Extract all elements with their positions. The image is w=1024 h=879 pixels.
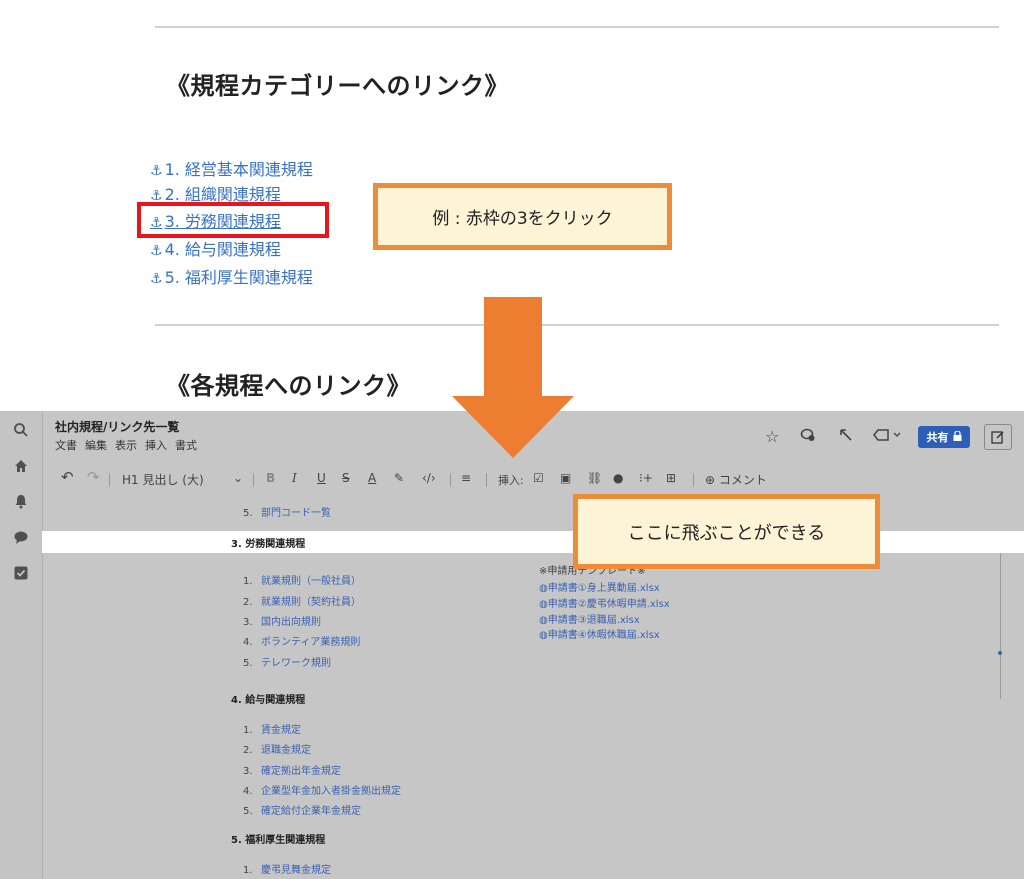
- menu-view[interactable]: 表示: [115, 439, 137, 452]
- down-arrow-shaft: [484, 297, 542, 397]
- left-sidebar: [0, 411, 43, 879]
- template-file-3[interactable]: ◍申請書③退職届.xlsx: [539, 611, 640, 626]
- list-item[interactable]: 3. 確定拠出年金規定: [243, 762, 341, 777]
- toolbar-divider: [109, 473, 110, 487]
- category-link-1[interactable]: ⚓ 1. 経営基本関連規程: [150, 156, 313, 180]
- highlight-box: [137, 202, 329, 238]
- list-item[interactable]: 4. ボランティア業務規則: [243, 633, 360, 648]
- toolbar-divider: [486, 473, 487, 487]
- link-icon[interactable]: ⛓: [587, 471, 602, 485]
- scrollbar[interactable]: [1000, 553, 1001, 699]
- template-file-2[interactable]: ◍申請書②慶弔休暇申請.xlsx: [539, 595, 670, 610]
- attachment-icon: ◍: [539, 630, 548, 641]
- list-item[interactable]: 4. 企業型年金加入者掛金拠出規定: [243, 782, 401, 797]
- menu-insert[interactable]: 挿入: [145, 439, 167, 452]
- category-heading: 《規程カテゴリーへのリンク》: [166, 72, 509, 100]
- collapse-icon[interactable]: [838, 427, 854, 447]
- toolbar-divider: [693, 473, 694, 487]
- task-icon[interactable]: [11, 563, 31, 583]
- divider-middle: [155, 324, 999, 326]
- chevron-down-icon[interactable]: ⌄: [233, 471, 243, 485]
- edit-icon[interactable]: [984, 424, 1012, 450]
- template-file-4[interactable]: ◍申請書④休暇休職届.xlsx: [539, 626, 660, 641]
- list-item[interactable]: 1. 就業規則（一般社員）: [243, 572, 361, 587]
- category-link-4[interactable]: ⚓ 4. 給与関連規程: [150, 236, 281, 260]
- document-title: 社内規程/リンク先一覧: [55, 420, 180, 434]
- list-item[interactable]: 5. 確定給付企業年金規定: [243, 802, 361, 817]
- divider-insert-icon[interactable]: ⁝+: [639, 471, 653, 485]
- list-item[interactable]: 5. 部門コード一覧: [243, 504, 331, 519]
- section-title-salary: 4. 給与関連規程: [231, 695, 306, 706]
- tag-dropdown-icon[interactable]: [872, 427, 902, 447]
- app-screenshot: 社内規程/リンク先一覧 文書 編集 表示 挿入 書式 ☆ 共有 ↶ ↷ H1 見出し (…: [0, 411, 1024, 879]
- down-arrow-head: [452, 396, 574, 458]
- italic-icon[interactable]: I: [292, 471, 297, 485]
- divider-top: [155, 26, 999, 28]
- text-color-icon[interactable]: A: [368, 471, 376, 485]
- lock-icon: [953, 429, 962, 444]
- bold-icon[interactable]: B: [266, 471, 275, 485]
- align-icon[interactable]: ≡: [461, 471, 471, 485]
- click-callout: 例 : 赤枠の3をクリック: [373, 183, 672, 250]
- section-title-labor: 3. 労務関連規程: [231, 539, 306, 550]
- chat-icon[interactable]: [11, 527, 31, 547]
- attachment-icon: ◍: [539, 583, 548, 594]
- list-item[interactable]: 5. テレワーク規則: [243, 654, 331, 669]
- list-item[interactable]: 3. 国内出向規則: [243, 613, 321, 628]
- menu-edit[interactable]: 編集: [85, 439, 107, 452]
- home-icon[interactable]: [11, 456, 31, 476]
- template-file-1[interactable]: ◍申請書①身上異動届.xlsx: [539, 579, 660, 594]
- anchor-icon: ⚓: [150, 163, 163, 179]
- toolbar-divider: [253, 473, 254, 487]
- attachment-icon: ◍: [539, 599, 548, 610]
- emoji-icon[interactable]: ●: [613, 471, 623, 485]
- attachment-icon: ◍: [539, 615, 548, 626]
- category-link-5[interactable]: ⚓ 5. 福利厚生関連規程: [150, 264, 313, 288]
- list-item[interactable]: 1. 慶弔見舞金規定: [243, 861, 331, 876]
- jump-callout: ここに飛ぶことができる: [573, 494, 880, 569]
- add-comment-icon: ⊕: [705, 473, 716, 487]
- search-icon[interactable]: [11, 420, 31, 440]
- insert-label: 挿入:: [498, 474, 524, 487]
- list-item[interactable]: 1. 賃金規定: [243, 721, 301, 736]
- menu-file[interactable]: 文書: [55, 439, 77, 452]
- menu-bar: 文書 編集 表示 挿入 書式: [55, 437, 205, 453]
- toolbar-divider: [450, 473, 451, 487]
- comments-icon[interactable]: [800, 427, 816, 447]
- table-icon[interactable]: ⊞: [666, 471, 676, 485]
- list-item[interactable]: 2. 就業規則（契約社員）: [243, 593, 361, 608]
- menu-format[interactable]: 書式: [175, 439, 197, 452]
- undo-icon[interactable]: ↶: [61, 468, 74, 486]
- checkbox-insert-icon[interactable]: ☑: [533, 471, 544, 485]
- comment-button[interactable]: ⊕ コメント: [705, 471, 767, 488]
- each-heading: 《各規程へのリンク》: [166, 372, 411, 400]
- image-icon[interactable]: ▣: [560, 471, 571, 485]
- star-icon[interactable]: ☆: [765, 427, 779, 446]
- bell-icon[interactable]: [11, 491, 31, 511]
- scroll-position-dot: [998, 651, 1002, 655]
- share-button[interactable]: 共有: [918, 426, 970, 448]
- underline-icon[interactable]: U: [317, 471, 326, 485]
- list-item[interactable]: 2. 退職金規定: [243, 741, 311, 756]
- strikethrough-icon[interactable]: S: [342, 471, 350, 485]
- redo-icon[interactable]: ↷: [87, 468, 100, 486]
- heading-select[interactable]: H1 見出し (大): [122, 471, 204, 488]
- highlight-pen-icon[interactable]: ✎: [394, 471, 404, 485]
- anchor-icon: ⚓: [150, 243, 163, 259]
- anchor-icon: ⚓: [150, 271, 163, 287]
- code-icon[interactable]: ‹/›: [422, 471, 436, 485]
- section-title-welfare: 5. 福利厚生関連規程: [231, 835, 326, 846]
